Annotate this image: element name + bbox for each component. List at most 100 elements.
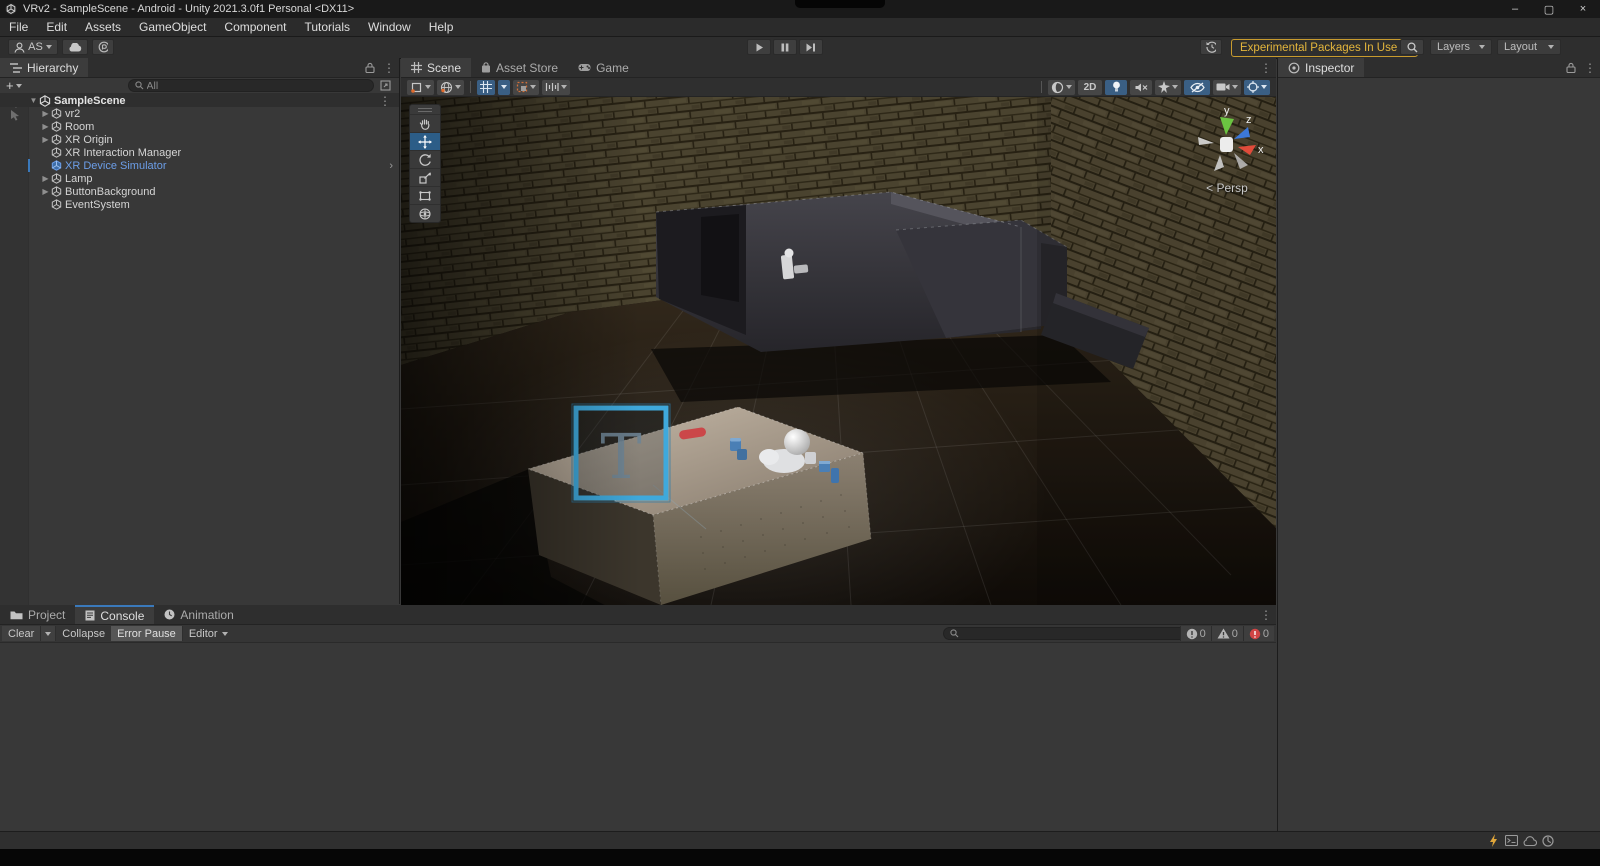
- effects-dropdown[interactable]: [1155, 80, 1181, 95]
- console-status-icon[interactable]: [1505, 835, 1518, 846]
- tab-console[interactable]: Console: [75, 605, 154, 624]
- info-count-badge[interactable]: 0: [1180, 626, 1211, 641]
- prefab-open-arrow-icon[interactable]: ›: [389, 160, 393, 172]
- maximize-button[interactable]: ▢: [1532, 0, 1566, 18]
- transform-tool[interactable]: [410, 204, 440, 222]
- layers-dropdown[interactable]: Layers: [1430, 39, 1492, 55]
- audio-mute-toggle[interactable]: [1130, 80, 1152, 95]
- account-dropdown[interactable]: AS: [8, 39, 58, 55]
- panel-menu-icon[interactable]: ⋮: [1260, 61, 1272, 75]
- scene-viewport[interactable]: T: [401, 97, 1276, 605]
- hierarchy-item-xr-device-simulator[interactable]: XR Device Simulator ›: [0, 159, 399, 172]
- menu-tutorials[interactable]: Tutorials: [295, 18, 359, 36]
- scene-visibility-toggle[interactable]: [1184, 80, 1210, 95]
- hierarchy-item-buttonbackground[interactable]: ▶ ButtonBackground: [0, 185, 399, 198]
- hierarchy-item-lamp[interactable]: ▶ Lamp: [0, 172, 399, 185]
- hierarchy-item-xr-origin[interactable]: ▶ XR Origin: [0, 133, 399, 146]
- orientation-gizmo[interactable]: y z x < Persp: [1184, 103, 1270, 195]
- scene-lighting-toggle[interactable]: [1105, 80, 1127, 95]
- camera-settings-dropdown[interactable]: [1213, 80, 1241, 95]
- foldout-icon[interactable]: ▶: [40, 109, 51, 118]
- minimize-button[interactable]: –: [1498, 0, 1532, 18]
- panel-menu-icon[interactable]: ⋮: [383, 61, 395, 75]
- hierarchy-search-input[interactable]: [147, 80, 367, 92]
- scene-menu-icon[interactable]: ⋮: [379, 94, 391, 108]
- tab-label: Project: [28, 608, 65, 622]
- lock-icon[interactable]: [1566, 62, 1576, 73]
- rect-tool[interactable]: [410, 186, 440, 204]
- create-object-button[interactable]: +: [6, 81, 22, 91]
- lock-icon[interactable]: [365, 62, 375, 73]
- tab-asset-store[interactable]: Asset Store: [471, 58, 568, 77]
- console-log-area[interactable]: [0, 643, 1276, 832]
- grid-visibility-button[interactable]: [477, 80, 495, 95]
- menu-gameobject[interactable]: GameObject: [130, 18, 215, 36]
- scale-tool[interactable]: [410, 168, 440, 186]
- menu-component[interactable]: Component: [215, 18, 295, 36]
- snap-increment-dropdown[interactable]: [542, 80, 570, 95]
- rotate-tool-icon: [418, 153, 432, 167]
- menu-file[interactable]: File: [0, 18, 37, 36]
- clear-button[interactable]: Clear: [2, 626, 41, 641]
- tab-animation[interactable]: Animation: [154, 605, 243, 624]
- undo-history-button[interactable]: [1200, 39, 1222, 55]
- tab-scene[interactable]: Scene: [401, 58, 471, 77]
- tab-hierarchy[interactable]: Hierarchy: [0, 58, 88, 77]
- tool-handle-position-dropdown[interactable]: [407, 80, 434, 95]
- panel-menu-icon[interactable]: ⋮: [1260, 608, 1272, 622]
- plastic-scm-button[interactable]: [92, 39, 114, 55]
- tab-project[interactable]: Project: [0, 605, 75, 624]
- collapse-button[interactable]: Collapse: [56, 626, 111, 641]
- search-button[interactable]: [1400, 39, 1424, 55]
- lighting-bake-icon[interactable]: [1488, 834, 1500, 847]
- hierarchy-scene-row[interactable]: ▼ SampleScene ⋮: [0, 94, 399, 107]
- step-button[interactable]: [799, 39, 823, 55]
- progress-status-icon[interactable]: [1542, 835, 1554, 847]
- panel-menu-icon[interactable]: ⋮: [1584, 61, 1596, 75]
- foldout-icon[interactable]: ▶: [40, 122, 51, 131]
- error-count-badge[interactable]: 0: [1243, 626, 1274, 641]
- move-tool[interactable]: [410, 132, 440, 150]
- foldout-icon[interactable]: ▶: [40, 187, 51, 196]
- item-label: Room: [65, 121, 94, 133]
- view-hand-tool[interactable]: [410, 114, 440, 132]
- rect-tool-icon: [418, 189, 432, 203]
- popout-window-icon[interactable]: [380, 80, 391, 91]
- foldout-open-icon[interactable]: ▼: [28, 96, 39, 105]
- tab-inspector[interactable]: Inspector: [1278, 58, 1364, 77]
- palette-drag-handle[interactable]: [410, 105, 440, 114]
- editor-dropdown[interactable]: Editor: [183, 626, 234, 641]
- tab-game[interactable]: Game: [568, 58, 639, 77]
- tool-handle-rotation-dropdown[interactable]: [437, 80, 464, 95]
- gizmos-dropdown[interactable]: [1244, 80, 1270, 95]
- menu-window[interactable]: Window: [359, 18, 420, 36]
- menu-assets[interactable]: Assets: [76, 18, 130, 36]
- console-search-input[interactable]: [962, 628, 1181, 640]
- layout-dropdown[interactable]: Layout: [1497, 39, 1561, 55]
- menu-help[interactable]: Help: [420, 18, 463, 36]
- hierarchy-item-xr-interaction-manager[interactable]: XR Interaction Manager: [0, 146, 399, 159]
- 2d-toggle-button[interactable]: 2D: [1078, 80, 1102, 95]
- snap-settings-dropdown[interactable]: [513, 80, 539, 95]
- hierarchy-item-eventsystem[interactable]: EventSystem: [0, 198, 399, 211]
- warning-count-badge[interactable]: 0: [1211, 626, 1243, 641]
- cloud-button[interactable]: [62, 39, 88, 55]
- play-button[interactable]: [747, 39, 771, 55]
- cloud-status-icon[interactable]: [1523, 836, 1537, 846]
- grid-axis-dropdown[interactable]: [498, 80, 510, 95]
- hierarchy-search[interactable]: [128, 79, 374, 92]
- error-pause-button[interactable]: Error Pause: [111, 626, 183, 641]
- hierarchy-item-vr2[interactable]: ▶ vr2: [0, 107, 399, 120]
- shading-mode-dropdown[interactable]: [1048, 80, 1075, 95]
- console-search[interactable]: [943, 627, 1188, 640]
- hierarchy-item-room[interactable]: ▶ Room: [0, 120, 399, 133]
- foldout-icon[interactable]: ▶: [40, 174, 51, 183]
- experimental-packages-dropdown[interactable]: Experimental Packages In Use: [1231, 39, 1418, 57]
- close-button[interactable]: ×: [1566, 0, 1600, 18]
- pause-button[interactable]: [773, 39, 797, 55]
- clear-dropdown[interactable]: [41, 626, 56, 641]
- foldout-icon[interactable]: ▶: [40, 135, 51, 144]
- menu-edit[interactable]: Edit: [37, 18, 76, 36]
- projection-label[interactable]: < Persp: [1184, 181, 1270, 195]
- rotate-tool[interactable]: [410, 150, 440, 168]
